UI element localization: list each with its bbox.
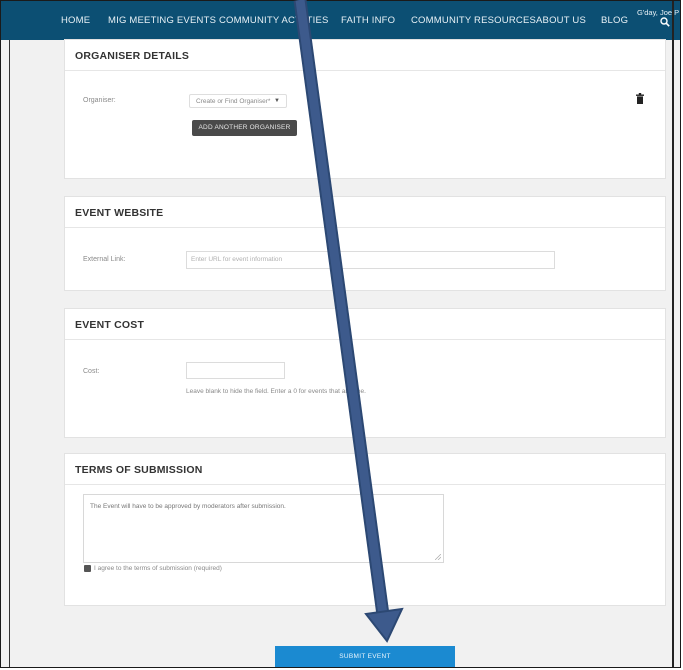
nav-home[interactable]: HOME (61, 15, 90, 26)
organiser-panel: ORGANISER DETAILS Organiser: Create or F… (64, 39, 666, 179)
nav-mig-meeting-events[interactable]: MIG MEETING EVENTS (108, 15, 216, 26)
nav-blog[interactable]: BLOG (601, 15, 628, 26)
organiser-header: ORGANISER DETAILS (65, 40, 665, 71)
checkmark-icon (84, 572, 91, 578)
cost-panel: EVENT COST Cost: Leave blank to hide the… (64, 308, 666, 438)
nav-faith-info[interactable]: FAITH INFO (341, 15, 395, 26)
external-link-input[interactable]: Enter URL for event information (186, 251, 555, 269)
terms-text: The Event will have to be approved by mo… (90, 503, 286, 510)
submit-event-button[interactable]: SUBMIT EVENT (275, 646, 455, 667)
frame-divider (9, 1, 10, 667)
website-panel: EVENT WEBSITE External Link: Enter URL f… (64, 196, 666, 291)
cost-label: Cost: (83, 368, 100, 375)
browser-frame: HOME MIG MEETING EVENTS COMMUNITY ACTI T… (0, 0, 681, 668)
agree-checkbox[interactable] (84, 565, 91, 578)
organiser-label: Organiser: (83, 97, 116, 104)
nav-about-us[interactable]: ABOUT US (536, 15, 586, 26)
organiser-select-value: Create or Find Organiser* (196, 98, 271, 105)
resize-handle-icon[interactable] (435, 554, 441, 560)
website-title: EVENT WEBSITE (75, 207, 164, 219)
top-nav: HOME MIG MEETING EVENTS COMMUNITY ACTI T… (1, 1, 680, 40)
trash-icon[interactable] (636, 93, 644, 104)
terms-header: TERMS OF SUBMISSION (65, 454, 665, 485)
add-organiser-button[interactable]: ADD ANOTHER ORGANISER (192, 120, 297, 136)
organiser-select[interactable]: Create or Find Organiser* ▼ (189, 94, 287, 108)
website-label: External Link: (83, 256, 126, 263)
terms-panel: TERMS OF SUBMISSION The Event will have … (64, 453, 666, 606)
cost-header: EVENT COST (65, 309, 665, 340)
nav-community-resources[interactable]: COMMUNITY RESOURCES (411, 15, 536, 26)
frame-edge (672, 1, 674, 667)
chevron-down-icon: ▼ (274, 98, 280, 104)
terms-textarea[interactable]: The Event will have to be approved by mo… (83, 494, 444, 563)
cost-title: EVENT COST (75, 319, 145, 331)
search-icon[interactable] (660, 17, 670, 27)
website-header: EVENT WEBSITE (65, 197, 665, 228)
cost-help-text: Leave blank to hide the field. Enter a 0… (186, 388, 366, 395)
organiser-title: ORGANISER DETAILS (75, 50, 190, 62)
agree-label: I agree to the terms of submission (requ… (94, 565, 222, 572)
terms-title: TERMS OF SUBMISSION (75, 464, 203, 476)
cost-input[interactable] (186, 362, 285, 379)
nav-community-activities[interactable]: COMMUNITY ACTI TIES (219, 15, 329, 26)
